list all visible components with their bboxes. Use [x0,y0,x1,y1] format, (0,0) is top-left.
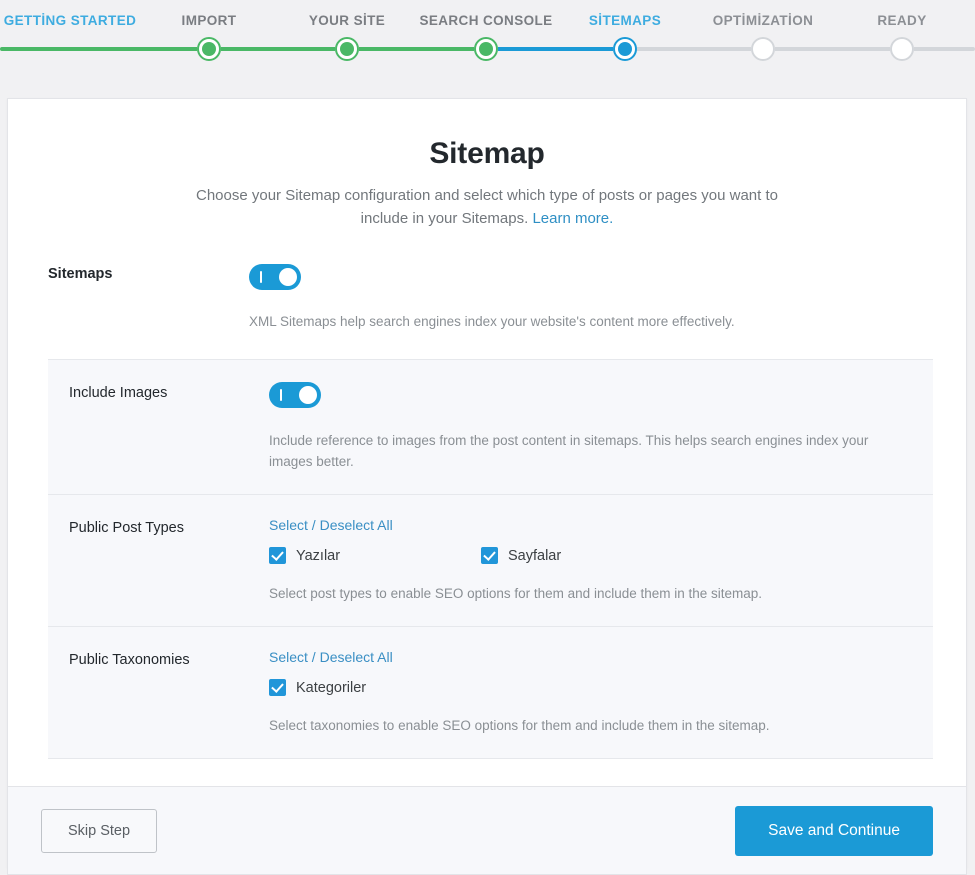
taxonomies-checkbox-group: Kategoriler [269,679,893,698]
wizard-step-ready[interactable]: READY [807,0,975,28]
step-node-optimization[interactable] [751,37,775,61]
sub-settings-panel: Include Images Include reference to imag… [48,359,933,759]
include-images-description: Include reference to images from the pos… [269,433,869,469]
checkbox-label: Sayfalar [508,547,562,564]
checkbox-item-sayfalar[interactable]: Sayfalar [481,547,693,564]
checkbox-checked-icon[interactable] [269,547,286,564]
include-images-toggle[interactable] [269,382,321,408]
step-node-import[interactable] [197,37,221,61]
setting-row-include-images: Include Images Include reference to imag… [48,360,933,495]
setting-row-sitemaps: Sitemaps XML Sitemaps help search engine… [8,264,966,332]
include-images-label: Include Images [69,385,168,401]
select-deselect-all-taxonomies[interactable]: Select / Deselect All [269,649,393,665]
page-subtitle-text: Choose your Sitemap configuration and se… [195,187,778,227]
toggle-knob [299,386,317,404]
progress-rail-active [486,47,625,51]
setting-row-public-post-types: Public Post Types Select / Deselect All … [48,495,933,627]
sitemap-settings-card: Sitemap Choose your Sitemap configuratio… [7,98,967,868]
progress-rail-completed [0,47,486,51]
wizard-step-label: READY [877,13,927,28]
save-and-continue-button[interactable]: Save and Continue [735,805,933,856]
sitemaps-toggle[interactable] [249,264,301,290]
wizard-steps: GETTİNG STARTED IMPORT YOUR SİTE SEARCH … [0,0,975,98]
public-post-types-label: Public Post Types [69,520,184,536]
page-title: Sitemap [429,137,545,170]
public-taxonomies-description: Select taxonomies to enable SEO options … [269,718,770,733]
progress-rail-upcoming [625,47,975,51]
checkbox-checked-icon[interactable] [481,547,498,564]
checkbox-checked-icon[interactable] [269,679,286,696]
toggle-bar-icon [260,271,262,283]
step-node-your-site[interactable] [335,37,359,61]
sitemaps-label: Sitemaps [48,266,113,282]
step-node-ready[interactable] [890,37,914,61]
checkbox-item-yazilar[interactable]: Yazılar [269,547,481,564]
setting-row-public-taxonomies: Public Taxonomies Select / Deselect All … [48,627,933,758]
page-subtitle: Choose your Sitemap configuration and se… [187,184,787,230]
public-post-types-description: Select post types to enable SEO options … [269,586,763,601]
step-node-search-console[interactable] [474,37,498,61]
select-deselect-all-post-types[interactable]: Select / Deselect All [269,517,393,533]
wizard-progress-header: GETTİNG STARTED IMPORT YOUR SİTE SEARCH … [0,0,975,98]
checkbox-label: Yazılar [296,547,341,564]
skip-step-button[interactable]: Skip Step [41,808,158,853]
wizard-footer: Skip Step Save and Continue [7,786,967,875]
checkbox-label: Kategoriler [296,679,367,696]
toggle-bar-icon [280,389,282,401]
sitemaps-description: XML Sitemaps help search engines index y… [249,314,735,329]
checkbox-item-kategoriler[interactable]: Kategoriler [269,679,481,696]
toggle-knob [279,268,297,286]
step-node-sitemaps[interactable] [613,37,637,61]
settings-area: Sitemaps XML Sitemaps help search engine… [8,264,966,759]
public-taxonomies-label: Public Taxonomies [69,652,190,668]
learn-more-link[interactable]: Learn more. [532,210,613,227]
post-types-checkbox-group: Yazılar Sayfalar [269,547,893,566]
